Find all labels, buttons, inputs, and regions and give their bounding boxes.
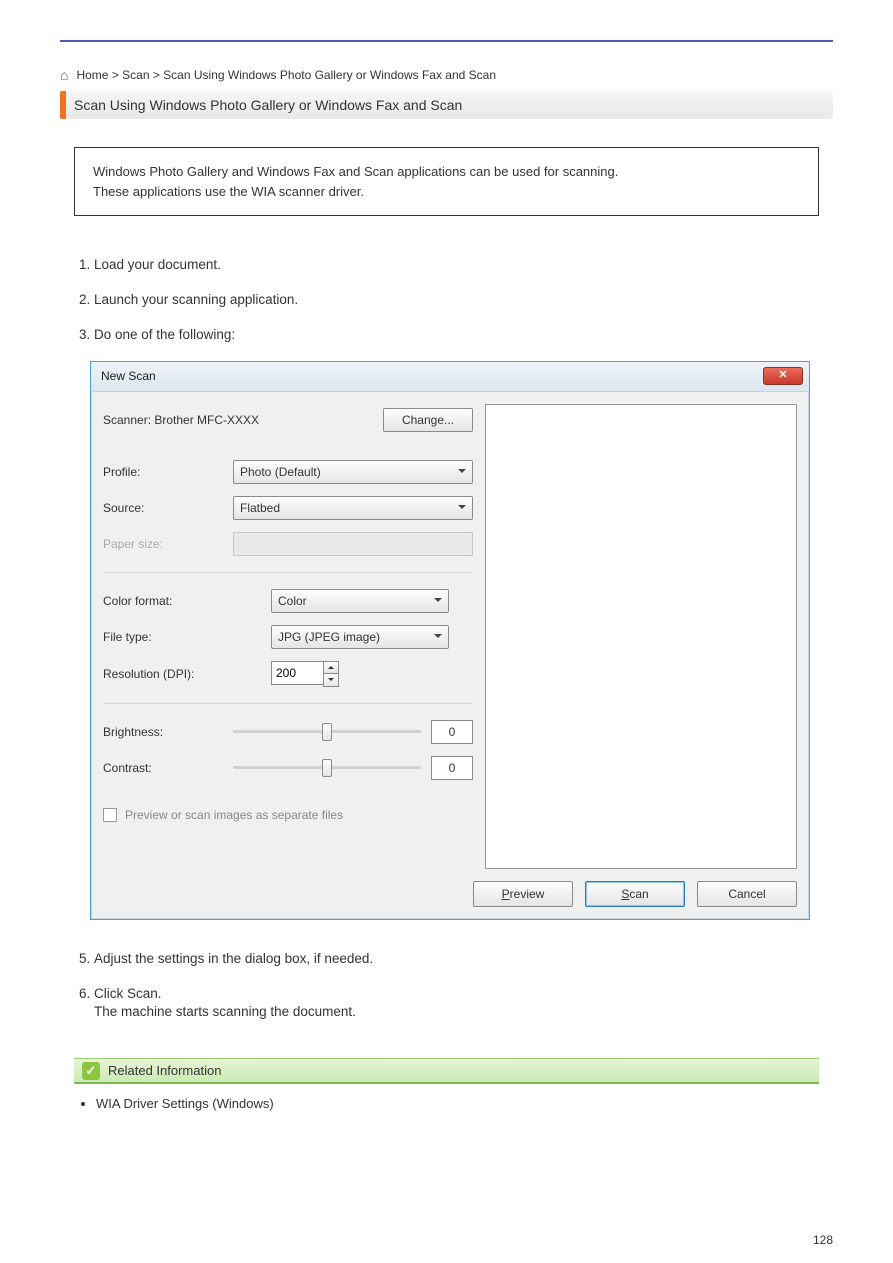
spin-up-button[interactable]	[323, 661, 339, 674]
separate-files-label: Preview or scan images as separate files	[125, 808, 343, 822]
dialog-title: New Scan	[101, 369, 763, 383]
contrast-label: Contrast:	[103, 761, 233, 775]
contrast-value: 0	[431, 756, 473, 780]
separator	[103, 572, 473, 573]
brightness-value: 0	[431, 720, 473, 744]
step-3: Do one of the following:	[94, 326, 819, 345]
brightness-label: Brightness:	[103, 725, 233, 739]
spin-down-button[interactable]	[323, 673, 339, 687]
related-heading: Related Information	[108, 1063, 221, 1078]
check-icon: ✓	[82, 1062, 100, 1080]
papersize-select	[233, 532, 473, 556]
colorformat-select[interactable]: Color	[271, 589, 449, 613]
scanner-label: Scanner: Brother MFC-XXXX	[103, 413, 383, 427]
profile-select[interactable]: Photo (Default)	[233, 460, 473, 484]
dialog-button-bar: Preview Scan Cancel	[91, 881, 809, 919]
filetype-label: File type:	[103, 630, 271, 644]
chevron-down-icon	[434, 598, 442, 606]
separator	[103, 703, 473, 704]
settings-panel: Scanner: Brother MFC-XXXX Change... Prof…	[103, 404, 473, 869]
filetype-select[interactable]: JPG (JPEG image)	[271, 625, 449, 649]
triangle-down-icon	[328, 678, 334, 684]
brightness-slider[interactable]	[233, 720, 421, 744]
post-steps: Adjust the settings in the dialog box, i…	[60, 950, 833, 1023]
colorformat-label: Color format:	[103, 594, 271, 608]
chevron-down-icon	[458, 469, 466, 477]
info-line-2: These applications use the WIA scanner d…	[93, 182, 800, 202]
top-rule	[60, 40, 833, 42]
triangle-up-icon	[328, 663, 334, 669]
page-heading: Scan Using Windows Photo Gallery or Wind…	[74, 97, 462, 113]
related-item-1[interactable]: WIA Driver Settings (Windows)	[96, 1096, 819, 1111]
info-line-1: Windows Photo Gallery and Windows Fax an…	[93, 162, 800, 182]
filetype-value: JPG (JPEG image)	[278, 630, 380, 644]
intro-steps: Load your document. Launch your scanning…	[60, 256, 833, 345]
heading-bar: Scan Using Windows Photo Gallery or Wind…	[60, 91, 833, 119]
preview-button[interactable]: Preview	[473, 881, 573, 907]
info-box: Windows Photo Gallery and Windows Fax an…	[74, 147, 819, 216]
cancel-button[interactable]: Cancel	[697, 881, 797, 907]
profile-value: Photo (Default)	[240, 465, 321, 479]
breadcrumb-text: Home > Scan > Scan Using Windows Photo G…	[76, 68, 496, 82]
close-button[interactable]: ✕	[763, 367, 803, 385]
step-6: Click Scan. The machine starts scanning …	[94, 985, 819, 1023]
profile-label: Profile:	[103, 465, 233, 479]
slider-thumb[interactable]	[322, 759, 332, 777]
related-info-bar: ✓ Related Information	[74, 1058, 819, 1084]
scan-button[interactable]: Scan	[585, 881, 685, 907]
colorformat-value: Color	[278, 594, 307, 608]
papersize-label: Paper size:	[103, 537, 233, 551]
page-number: 128	[813, 1233, 833, 1247]
step-5: Adjust the settings in the dialog box, i…	[94, 950, 819, 969]
preview-pane	[485, 404, 797, 869]
dialog-titlebar: New Scan ✕	[91, 362, 809, 392]
home-icon: ⌂	[60, 67, 68, 83]
source-select[interactable]: Flatbed	[233, 496, 473, 520]
resolution-label: Resolution (DPI):	[103, 667, 271, 681]
heading-accent	[60, 91, 66, 119]
slider-thumb[interactable]	[322, 723, 332, 741]
separate-files-checkbox[interactable]	[103, 808, 117, 822]
new-scan-dialog: New Scan ✕ Scanner: Brother MFC-XXXX Cha…	[90, 361, 810, 920]
breadcrumb: ⌂ Home > Scan > Scan Using Windows Photo…	[60, 67, 833, 83]
change-scanner-button[interactable]: Change...	[383, 408, 473, 432]
chevron-down-icon	[458, 505, 466, 513]
source-label: Source:	[103, 501, 233, 515]
source-value: Flatbed	[240, 501, 280, 515]
chevron-down-icon	[434, 634, 442, 642]
resolution-spinner[interactable]	[271, 661, 339, 687]
contrast-slider[interactable]	[233, 756, 421, 780]
step-1: Load your document.	[94, 256, 819, 275]
resolution-input[interactable]	[271, 661, 323, 685]
step-2: Launch your scanning application.	[94, 291, 819, 310]
related-list: WIA Driver Settings (Windows)	[96, 1096, 819, 1111]
